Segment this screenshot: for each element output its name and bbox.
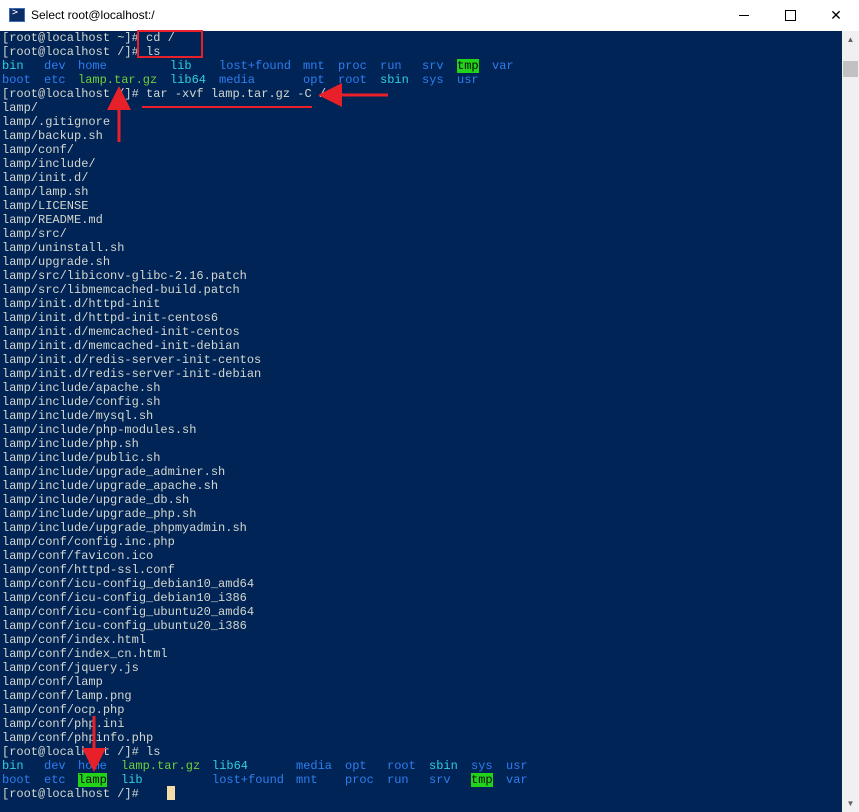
annotation-arrows [82,83,388,772]
text-cursor [167,786,175,800]
terminal-window: > Select root@localhost:/ ✕ [root@localh… [0,0,859,812]
